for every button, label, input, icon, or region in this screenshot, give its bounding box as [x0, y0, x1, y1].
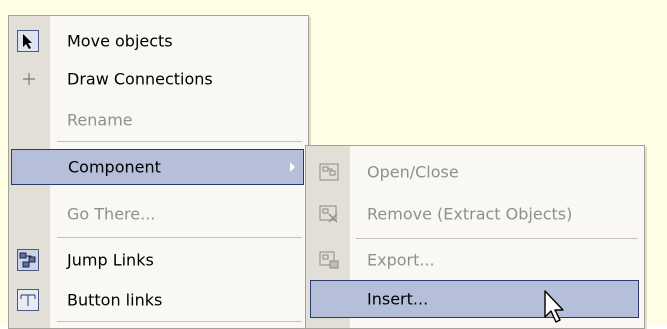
menu-item-label: Open/Close	[367, 162, 459, 182]
submenu-arrow-icon	[290, 162, 295, 172]
menu-item-button-links[interactable]: Button links	[9, 285, 308, 315]
menu-separator	[57, 237, 302, 238]
menu-item-label: Component	[68, 157, 161, 177]
menu-item-go-there[interactable]: Go There...	[9, 199, 308, 229]
menu-item-label: Insert...	[367, 289, 429, 309]
submenu-item-insert[interactable]: Insert...	[310, 280, 639, 318]
menu-item-rename[interactable]: Rename	[9, 105, 308, 135]
button-links-icon	[17, 289, 39, 311]
submenu-item-export[interactable]: Export...	[306, 245, 644, 275]
export-component-icon	[319, 251, 339, 269]
arrow-cursor-icon	[17, 30, 39, 52]
menu-item-label: Jump Links	[67, 250, 154, 270]
submenu-item-open-close[interactable]: Open/Close	[306, 157, 644, 187]
menu-separator	[57, 141, 302, 142]
menu-item-component[interactable]: Component	[11, 149, 304, 185]
menu-item-label: Draw Connections	[67, 69, 213, 89]
remove-component-icon	[319, 205, 339, 223]
menu-item-jump-links[interactable]: Jump Links	[9, 245, 308, 275]
plus-crosshair-icon	[21, 71, 37, 87]
menu-item-label: Button links	[67, 290, 163, 310]
component-submenu: Open/Close Remove (Extract Objects) Expo…	[305, 145, 645, 329]
mouse-cursor-icon	[542, 289, 572, 325]
submenu-item-remove[interactable]: Remove (Extract Objects)	[306, 199, 644, 229]
context-menu: Move objects Draw Connections Rename Com…	[8, 15, 309, 329]
menu-separator	[57, 321, 302, 322]
menu-item-label: Rename	[67, 110, 133, 130]
menu-item-label: Go There...	[67, 204, 156, 224]
menu-item-label: Remove (Extract Objects)	[367, 204, 573, 224]
menu-item-label: Export...	[367, 250, 435, 270]
menu-item-draw-connections[interactable]: Draw Connections	[9, 64, 308, 94]
jump-links-icon	[17, 249, 39, 271]
open-close-component-icon	[319, 163, 339, 181]
menu-item-label: Move objects	[67, 31, 173, 51]
menu-separator	[356, 238, 638, 239]
menu-item-move-objects[interactable]: Move objects	[9, 26, 308, 56]
